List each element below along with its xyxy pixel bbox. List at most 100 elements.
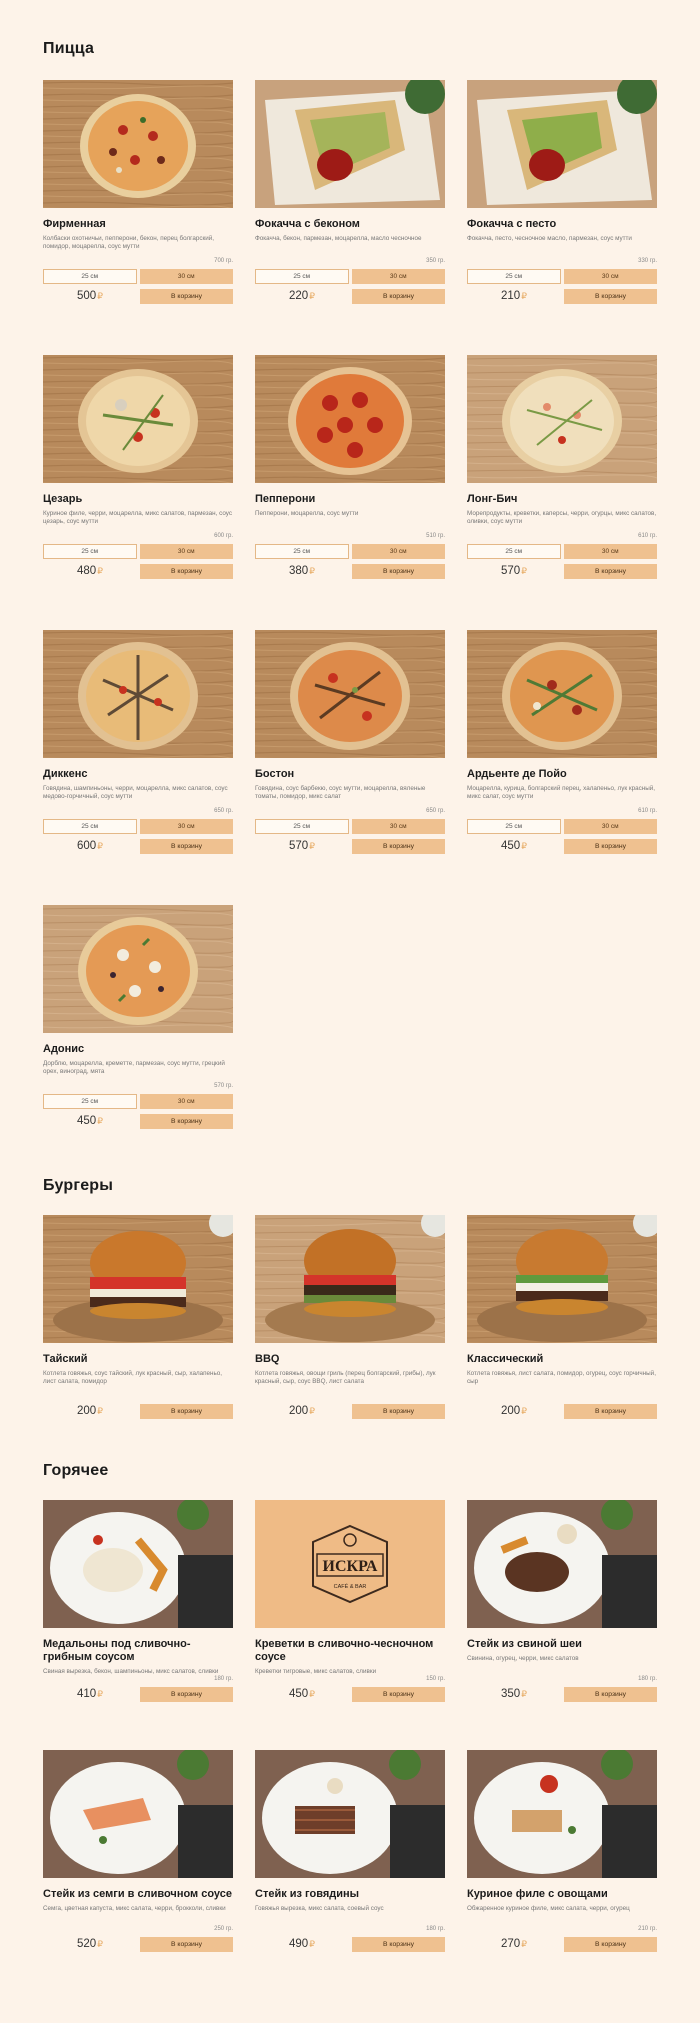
section-title-burgers: Бургеры	[43, 1177, 114, 1194]
product-photo[interactable]	[467, 355, 657, 483]
add-to-cart-button[interactable]: В корзину	[564, 839, 657, 854]
price-value: 350	[501, 1688, 521, 1700]
product-photo[interactable]	[43, 1215, 233, 1343]
product-card: Диккенс Говядина, шампиньоны, черри, моц…	[43, 630, 233, 860]
product-card: Адонис Дорблю, моцарелла, креметте, парм…	[43, 905, 233, 1135]
size-selector: 25 см 30 см	[43, 269, 233, 284]
ruble-sign-icon: ₽	[309, 1939, 315, 1949]
add-to-cart-button[interactable]: В корзину	[564, 1404, 657, 1419]
price-value: 200	[289, 1405, 309, 1417]
add-to-cart-button[interactable]: В корзину	[140, 564, 233, 579]
product-price: 450₽	[501, 840, 527, 852]
product-name: Бостон	[255, 768, 295, 780]
product-photo[interactable]	[467, 80, 657, 208]
product-name: Пепперони	[255, 493, 316, 505]
add-to-cart-button[interactable]: В корзину	[564, 1937, 657, 1952]
product-photo[interactable]	[43, 630, 233, 758]
product-photo[interactable]	[43, 80, 233, 208]
add-to-cart-button[interactable]: В корзину	[140, 289, 233, 304]
size-25-button[interactable]: 25 см	[467, 544, 561, 559]
add-to-cart-button[interactable]: В корзину	[352, 1687, 445, 1702]
product-name: Классический	[467, 1353, 544, 1365]
product-card: Классический Котлета говяжья, лист салат…	[467, 1215, 657, 1423]
product-photo[interactable]	[255, 1750, 445, 1878]
size-30-button[interactable]: 30 см	[139, 819, 233, 834]
product-description: Говядина, соус барбекю, соус мутти, моца…	[255, 785, 426, 800]
size-25-button[interactable]: 25 см	[43, 819, 137, 834]
size-25-button[interactable]: 25 см	[43, 269, 137, 284]
product-description: Котлета говяжья, овощи гриль (перец болг…	[255, 1370, 436, 1385]
product-photo[interactable]	[467, 1750, 657, 1878]
product-description: Креветки тигровые, микс салатов, сливки	[255, 1668, 377, 1675]
iskra-logo: ИСКРА CAFÉ & BAR	[255, 1500, 445, 1628]
size-25-button[interactable]: 25 см	[255, 819, 349, 834]
product-photo[interactable]	[255, 355, 445, 483]
add-to-cart-button[interactable]: В корзину	[140, 839, 233, 854]
add-to-cart-button[interactable]: В корзину	[564, 564, 657, 579]
size-25-button[interactable]: 25 см	[255, 269, 349, 284]
size-30-button[interactable]: 30 см	[351, 269, 445, 284]
add-to-cart-button[interactable]: В корзину	[140, 1404, 233, 1419]
product-price: 450₽	[289, 1688, 315, 1700]
product-description: Котлета говяжья, соус тайский, лук красн…	[43, 1370, 223, 1385]
product-card: Стейк из свиной шеи Свинина, огурец, чер…	[467, 1500, 657, 1705]
size-30-button[interactable]: 30 см	[563, 269, 657, 284]
size-25-button[interactable]: 25 см	[467, 269, 561, 284]
product-description: Семга, цветная капуста, микс салата, чер…	[43, 1905, 226, 1912]
size-selector: 25 см 30 см	[255, 544, 445, 559]
size-30-button[interactable]: 30 см	[139, 1094, 233, 1109]
size-30-button[interactable]: 30 см	[563, 819, 657, 834]
product-weight: 700 гр.	[214, 258, 233, 264]
add-to-cart-button[interactable]: В корзину	[140, 1687, 233, 1702]
price-value: 450	[289, 1688, 309, 1700]
add-to-cart-button[interactable]: В корзину	[352, 1404, 445, 1419]
product-price: 210₽	[501, 290, 527, 302]
size-30-button[interactable]: 30 см	[351, 544, 445, 559]
product-photo[interactable]	[43, 355, 233, 483]
ruble-sign-icon: ₽	[309, 566, 315, 576]
add-to-cart-button[interactable]: В корзину	[140, 1114, 233, 1129]
size-30-button[interactable]: 30 см	[563, 544, 657, 559]
add-to-cart-button[interactable]: В корзину	[352, 839, 445, 854]
product-photo[interactable]	[43, 905, 233, 1033]
product-photo[interactable]	[255, 630, 445, 758]
size-selector: 25 см 30 см	[43, 544, 233, 559]
add-to-cart-button[interactable]: В корзину	[352, 1937, 445, 1952]
product-card: Бостон Говядина, соус барбекю, соус мутт…	[255, 630, 445, 860]
product-description: Обжаренное куриное филе, микс салата, че…	[467, 1905, 630, 1912]
add-to-cart-button[interactable]: В корзину	[564, 1687, 657, 1702]
size-30-button[interactable]: 30 см	[351, 819, 445, 834]
product-photo[interactable]	[43, 1750, 233, 1878]
price-value: 520	[77, 1938, 97, 1950]
size-25-button[interactable]: 25 см	[467, 819, 561, 834]
product-photo-placeholder[interactable]: ИСКРА CAFÉ & BAR	[255, 1500, 445, 1628]
add-to-cart-button[interactable]: В корзину	[352, 564, 445, 579]
size-25-button[interactable]: 25 см	[255, 544, 349, 559]
add-to-cart-button[interactable]: В корзину	[352, 289, 445, 304]
size-30-button[interactable]: 30 см	[139, 269, 233, 284]
product-weight: 650 гр.	[214, 808, 233, 814]
product-name: Адонис	[43, 1043, 85, 1055]
size-25-button[interactable]: 25 см	[43, 1094, 137, 1109]
product-price: 200₽	[289, 1405, 315, 1417]
product-photo[interactable]	[43, 1500, 233, 1628]
size-25-button[interactable]: 25 см	[43, 544, 137, 559]
product-card: Медальоны под сливочно-грибным соусом Св…	[43, 1500, 233, 1705]
size-30-button[interactable]: 30 см	[139, 544, 233, 559]
product-description: Фокачча, песто, чесночное масло, пармеза…	[467, 235, 632, 242]
add-to-cart-button[interactable]: В корзину	[564, 289, 657, 304]
product-description: Говядина, шампиньоны, черри, моцарелла, …	[43, 785, 228, 800]
price-value: 210	[501, 290, 521, 302]
product-photo[interactable]	[255, 80, 445, 208]
product-photo[interactable]	[255, 1215, 445, 1343]
price-value: 410	[77, 1688, 97, 1700]
product-card: Фирменная Колбаски охотничьи, пепперони,…	[43, 80, 233, 310]
product-weight: 210 гр.	[638, 1926, 657, 1932]
product-photo[interactable]	[467, 1500, 657, 1628]
product-photo[interactable]	[467, 630, 657, 758]
product-card: ИСКРА CAFÉ & BAR Креветки в сливочно-чес…	[255, 1500, 445, 1705]
add-to-cart-button[interactable]: В корзину	[140, 1937, 233, 1952]
product-weight: 610 гр.	[638, 533, 657, 539]
product-photo[interactable]	[467, 1215, 657, 1343]
product-name: Медальоны под сливочно-грибным соусом	[43, 1638, 191, 1663]
